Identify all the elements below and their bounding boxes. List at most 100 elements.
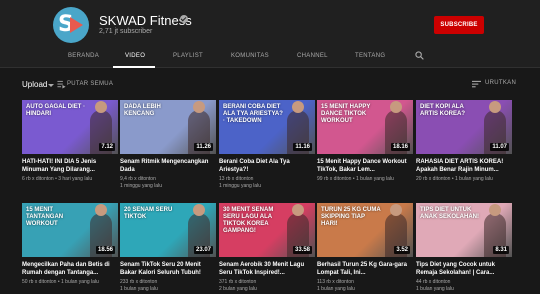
tab-channel[interactable]: CHANNEL — [297, 53, 328, 59]
video-meta: 9,4 rb x ditonton 1 minggu yang lalu — [120, 176, 216, 190]
video-duration: 18.16 — [390, 143, 410, 151]
thumbnail-caption: 20 Senam Seru TikTok — [124, 207, 173, 220]
video-age: 1 minggu yang lalu — [120, 183, 162, 189]
video-thumbnail[interactable]: 30 Menit Senam Seru Lagu Ala TikTok Kore… — [219, 203, 315, 257]
thumbnail-caption: Turun 25 Kg Cuma Skipping Tiap Hari! — [321, 207, 381, 227]
play-icon — [70, 17, 83, 33]
video-age: 1 bulan yang lalu — [356, 176, 394, 182]
upload-dropdown[interactable]: Upload — [22, 80, 47, 89]
video-views: 50 rb x ditonton — [22, 279, 57, 285]
video-meta: 13 rb x ditonton 1 minggu yang lalu — [219, 176, 315, 190]
video-duration: 8.31 — [493, 246, 509, 254]
channel-header: S SKWAD Fitness 2,71 jt subscriber SUBSC… — [0, 0, 540, 44]
video-title[interactable]: RAHASIA DIET ARTIS KOREA! Apakah Benar R… — [416, 158, 512, 174]
tabs-bar: BERANDA VIDEO PLAYLIST KOMUNITAS CHANNEL… — [0, 44, 540, 68]
tab-komunitas[interactable]: KOMUNITAS — [231, 53, 269, 59]
verified-icon — [180, 15, 188, 23]
video-views: 99 rb x ditonton — [317, 176, 352, 182]
video-meta: 20 rb x ditonton • 1 bulan yang lalu — [416, 176, 493, 182]
video-meta: 99 rb x ditonton • 1 bulan yang lalu — [317, 176, 394, 182]
video-card[interactable]: Turun 25 Kg Cuma Skipping Tiap Hari! 3.5… — [317, 203, 413, 293]
video-card[interactable]: Berani Coba Diet Ala Tya Ariestya? · Tak… — [219, 100, 315, 190]
video-views: 9,4 rb x ditonton — [120, 176, 156, 182]
video-card[interactable]: Auto Gagal Diet · Hindari 7.12 HATI-HATI… — [22, 100, 118, 183]
video-card[interactable]: Tips Diet untuk Anak Sekolahan! 8.31 Tip… — [416, 203, 512, 293]
video-card[interactable]: 30 Menit Senam Seru Lagu Ala TikTok Kore… — [219, 203, 315, 293]
play-all-button[interactable]: PUTAR SEMUA — [67, 81, 113, 87]
video-thumbnail[interactable]: 20 Senam Seru TikTok 23.07 — [120, 203, 216, 257]
video-thumbnail[interactable]: Dada Lebih Kencang 11.26 — [120, 100, 216, 154]
video-duration: 11.26 — [194, 143, 213, 151]
video-title[interactable]: Senam TikTok Seru 20 Menit Bakar Kalori … — [120, 261, 216, 277]
video-duration: 11.16 — [293, 143, 312, 151]
thumbnail-caption: Dada Lebih Kencang — [124, 104, 161, 117]
tab-playlist[interactable]: PLAYLIST — [173, 53, 203, 59]
video-meta: 113 rb x ditonton 1 bulan yang lalu — [317, 279, 413, 293]
video-views: 6 rb x ditonton — [22, 176, 54, 182]
thumbnail-caption: 15 Menit Tantangan Workout — [26, 207, 64, 227]
thumbnail-caption: Berani Coba Diet Ala Tya Ariestya? · Tak… — [223, 104, 283, 124]
video-card[interactable]: 15 Menit Happy Dance TikTok Workout 18.1… — [317, 100, 413, 183]
video-duration: 11.07 — [490, 143, 509, 151]
channel-name: SKWAD Fitness — [99, 13, 192, 28]
active-tab-indicator — [113, 66, 155, 68]
tab-tentang[interactable]: TENTANG — [355, 53, 385, 59]
video-card[interactable]: 15 Menit Tantangan Workout 18.56 Mengeci… — [22, 203, 118, 286]
video-title[interactable]: Senam Ritmik Mengencangkan Dada — [120, 158, 216, 174]
video-thumbnail[interactable]: 15 Menit Tantangan Workout 18.56 — [22, 203, 118, 257]
video-title[interactable]: Mengecilkan Paha dan Betis di Rumah deng… — [22, 261, 118, 277]
thumbnail-caption: 15 Menit Happy Dance TikTok Workout — [321, 104, 371, 124]
video-card[interactable]: Dada Lebih Kencang 11.26 Senam Ritmik Me… — [120, 100, 216, 190]
video-thumbnail[interactable]: Tips Diet untuk Anak Sekolahan! 8.31 — [416, 203, 512, 257]
avatar[interactable]: S — [53, 7, 89, 43]
video-age: 1 bulan yang lalu — [416, 286, 454, 292]
video-meta: 371 rb x ditonton 2 bulan yang lalu — [219, 279, 315, 293]
tab-beranda[interactable]: BERANDA — [68, 53, 99, 59]
video-age: 2 bulan yang lalu — [219, 286, 257, 292]
video-age: 1 bulan yang lalu — [61, 279, 99, 285]
video-age: 3 hari yang lalu — [58, 176, 93, 182]
video-card[interactable]: Diet Kopi Ala Artis Korea? 11.07 RAHASIA… — [416, 100, 512, 183]
video-thumbnail[interactable]: Turun 25 Kg Cuma Skipping Tiap Hari! 3.5… — [317, 203, 413, 257]
thumbnail-caption: Diet Kopi Ala Artis Korea? — [420, 104, 465, 117]
play-all-icon[interactable] — [57, 80, 66, 89]
subscribe-button[interactable]: SUBSCRIBE — [434, 16, 484, 34]
sort-button[interactable]: URUTKAN — [485, 80, 516, 86]
video-duration: 33.58 — [292, 246, 312, 254]
video-views: 233 rb x ditonton — [120, 279, 158, 285]
caret-down-icon[interactable] — [48, 84, 54, 87]
video-thumbnail[interactable]: Berani Coba Diet Ala Tya Ariestya? · Tak… — [219, 100, 315, 154]
video-title[interactable]: Berhasil Turun 25 Kg Gara-gara Lompat Ta… — [317, 261, 413, 277]
subscriber-count: 2,71 jt subscriber — [99, 28, 153, 35]
video-views: 20 rb x ditonton — [416, 176, 451, 182]
video-title[interactable]: Berani Coba Diet Ala Tya Ariestya?! — [219, 158, 315, 174]
thumbnail-caption: Auto Gagal Diet · Hindari — [26, 104, 86, 117]
video-card[interactable]: 20 Senam Seru TikTok 23.07 Senam TikTok … — [120, 203, 216, 293]
video-duration: 7.12 — [99, 143, 115, 151]
video-views: 371 rb x ditonton — [219, 279, 257, 285]
video-age: 1 bulan yang lalu — [455, 176, 493, 182]
thumbnail-caption: Tips Diet untuk Anak Sekolahan! — [420, 207, 479, 220]
video-thumbnail[interactable]: 15 Menit Happy Dance TikTok Workout 18.1… — [317, 100, 413, 154]
thumbnail-caption: 30 Menit Senam Seru Lagu Ala TikTok Kore… — [223, 207, 274, 234]
video-age: 1 minggu yang lalu — [219, 183, 261, 189]
video-thumbnail[interactable]: Diet Kopi Ala Artis Korea? 11.07 — [416, 100, 512, 154]
video-meta: 44 rb x ditonton 1 bulan yang lalu — [416, 279, 512, 293]
video-views: 113 rb x ditonton — [317, 279, 354, 285]
channel-page: S SKWAD Fitness 2,71 jt subscriber SUBSC… — [0, 0, 540, 294]
video-meta: 50 rb x ditonton • 1 bulan yang lalu — [22, 279, 99, 285]
video-duration: 3.52 — [394, 246, 410, 254]
video-title[interactable]: Tips Diet yang Cocok untuk Remaja Sekola… — [416, 261, 512, 277]
video-age: 1 bulan yang lalu — [317, 286, 355, 292]
video-title[interactable]: HATI-HATI! INI DIA 5 Jenis Minuman Yang … — [22, 158, 118, 174]
search-icon[interactable] — [415, 51, 424, 60]
video-views: 44 rb x ditonton — [416, 279, 451, 285]
sort-icon[interactable] — [472, 80, 481, 88]
video-age: 1 bulan yang lalu — [120, 286, 158, 292]
video-thumbnail[interactable]: Auto Gagal Diet · Hindari 7.12 — [22, 100, 118, 154]
video-title[interactable]: 15 Menit Happy Dance Workout TikTok, Bak… — [317, 158, 413, 174]
tab-video[interactable]: VIDEO — [125, 53, 145, 59]
video-duration: 23.07 — [193, 246, 213, 254]
video-views: 13 rb x ditonton — [219, 176, 254, 182]
video-title[interactable]: Senam Aerobik 30 Menit Lagu Seru TikTok … — [219, 261, 315, 277]
